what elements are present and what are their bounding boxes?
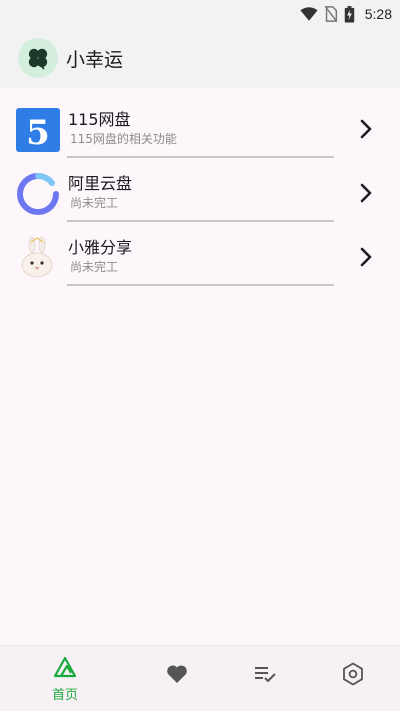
nav-item-tasks[interactable]: [215, 646, 315, 711]
bunny-logo: [21, 236, 53, 278]
status-bar: 5:28: [0, 0, 400, 28]
nav-item-home-label: 首页: [51, 688, 78, 703]
divider: [67, 220, 334, 222]
nav-item-home[interactable]: 首页: [15, 646, 115, 711]
bottom-nav: 首页: [0, 645, 400, 711]
app-bar: 小幸运: [0, 28, 400, 88]
status-icons: 5:28: [300, 4, 392, 24]
nav-item-settings[interactable]: [303, 646, 400, 711]
divider: [67, 156, 334, 158]
battery-charging-icon: [344, 5, 354, 23]
list-item-title: 阿里云盘: [68, 174, 133, 193]
list-item-subtitle: 尚未完工: [70, 260, 119, 274]
divider: [67, 284, 334, 286]
status-time: 5:28: [364, 6, 392, 22]
list-item-subtitle: 115网盘的相关功能: [70, 132, 177, 146]
checklist-icon: [255, 667, 276, 683]
chevron-right-icon[interactable]: [355, 246, 377, 268]
list-item-title: 115网盘: [68, 110, 131, 129]
feature-list: 5 115网盘 115网盘的相关功能 阿里云盘 尚未完工 小雅分享 尚未完工: [0, 100, 400, 292]
home-icon: [53, 656, 77, 678]
no-sim-icon: [324, 6, 338, 22]
list-item-aliyun[interactable]: 阿里云盘 尚未完工: [0, 164, 400, 228]
chevron-right-icon[interactable]: [355, 182, 377, 204]
115-logo: 5: [16, 108, 60, 152]
nav-item-favorites[interactable]: [127, 646, 227, 711]
list-item-title: 小雅分享: [68, 238, 133, 257]
115-logo-text: 5: [26, 113, 50, 152]
heart-icon: [167, 665, 187, 683]
clover-icon: [18, 38, 58, 78]
app-title: 小幸运: [66, 49, 124, 71]
settings-icon: [343, 662, 363, 686]
list-item-subtitle: 尚未完工: [70, 196, 119, 210]
aliyun-drive-logo: [17, 173, 59, 215]
list-item-xiaoya[interactable]: 小雅分享 尚未完工: [0, 228, 400, 292]
wifi-icon: [300, 7, 318, 21]
chevron-right-icon[interactable]: [355, 118, 377, 140]
list-item-115[interactable]: 5 115网盘 115网盘的相关功能: [0, 100, 400, 164]
